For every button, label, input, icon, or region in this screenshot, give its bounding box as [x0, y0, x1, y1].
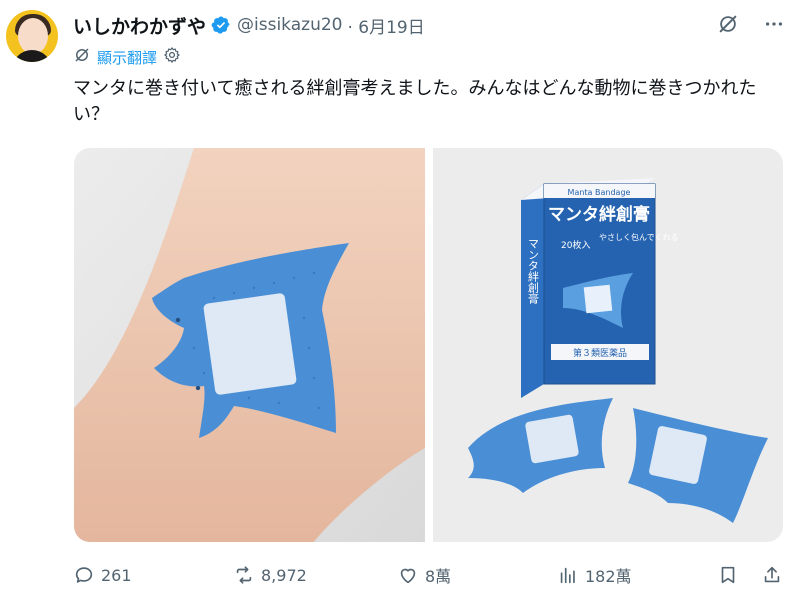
display-name[interactable]: いしかわかずや: [73, 12, 206, 39]
reply-button[interactable]: 261: [73, 562, 132, 588]
repost-count: 8,972: [261, 565, 307, 585]
box-side-text: マンタ絆創膏: [526, 238, 539, 304]
grok-icon[interactable]: [717, 13, 739, 35]
top-actions: [717, 13, 785, 35]
views-count: 182萬: [585, 567, 632, 586]
bookmark-icon: [717, 564, 739, 586]
media-grid: Manta Bandage マンタ絆創膏 20枚入 やさしく包んでくれる 第３類…: [74, 148, 783, 542]
bookmark-button[interactable]: [717, 562, 739, 588]
user-handle[interactable]: @issikazu20: [237, 15, 342, 35]
translate-icon: [73, 46, 91, 68]
photo-product-box[interactable]: Manta Bandage マンタ絆創膏 20枚入 やさしく包んでくれる 第３類…: [432, 148, 783, 542]
repost-icon: [233, 564, 255, 586]
show-translation-link[interactable]: 顯示翻譯: [97, 47, 157, 68]
avatar[interactable]: [6, 10, 58, 62]
post-date[interactable]: · 6月19日: [347, 13, 424, 38]
box-subtitle: Manta Bandage: [567, 188, 630, 197]
box-count: 20枚入: [561, 239, 590, 251]
translate-row: 顯示翻譯: [73, 46, 181, 68]
views-icon: [557, 564, 579, 586]
share-icon: [761, 564, 783, 586]
reply-icon: [73, 564, 95, 586]
photo-arm-bandage[interactable]: [74, 148, 425, 542]
more-icon[interactable]: [763, 13, 785, 35]
box-tagline: やさしく包んでくれる: [599, 232, 679, 242]
tweet-text: マンタに巻き付いて癒される絆創膏考えました。みんなはどんな動物に巻きつかれたい？: [73, 78, 757, 125]
settings-icon[interactable]: [163, 46, 181, 68]
reply-count: 261: [101, 565, 132, 585]
action-bar: 261 8,972 8萬 182萬: [73, 562, 783, 588]
box-category: 第３類医薬品: [572, 347, 626, 359]
repost-button[interactable]: 8,972: [233, 562, 307, 588]
like-icon: [397, 564, 419, 586]
share-button[interactable]: [761, 562, 783, 588]
like-count: 8萬: [425, 567, 452, 586]
tweet-header: いしかわかずや @issikazu20 · 6月19日: [73, 12, 425, 38]
verified-badge-icon: [211, 15, 231, 35]
views-button[interactable]: 182萬: [557, 562, 632, 588]
box-title: マンタ絆創膏: [548, 204, 650, 225]
like-button[interactable]: 8萬: [397, 562, 451, 588]
